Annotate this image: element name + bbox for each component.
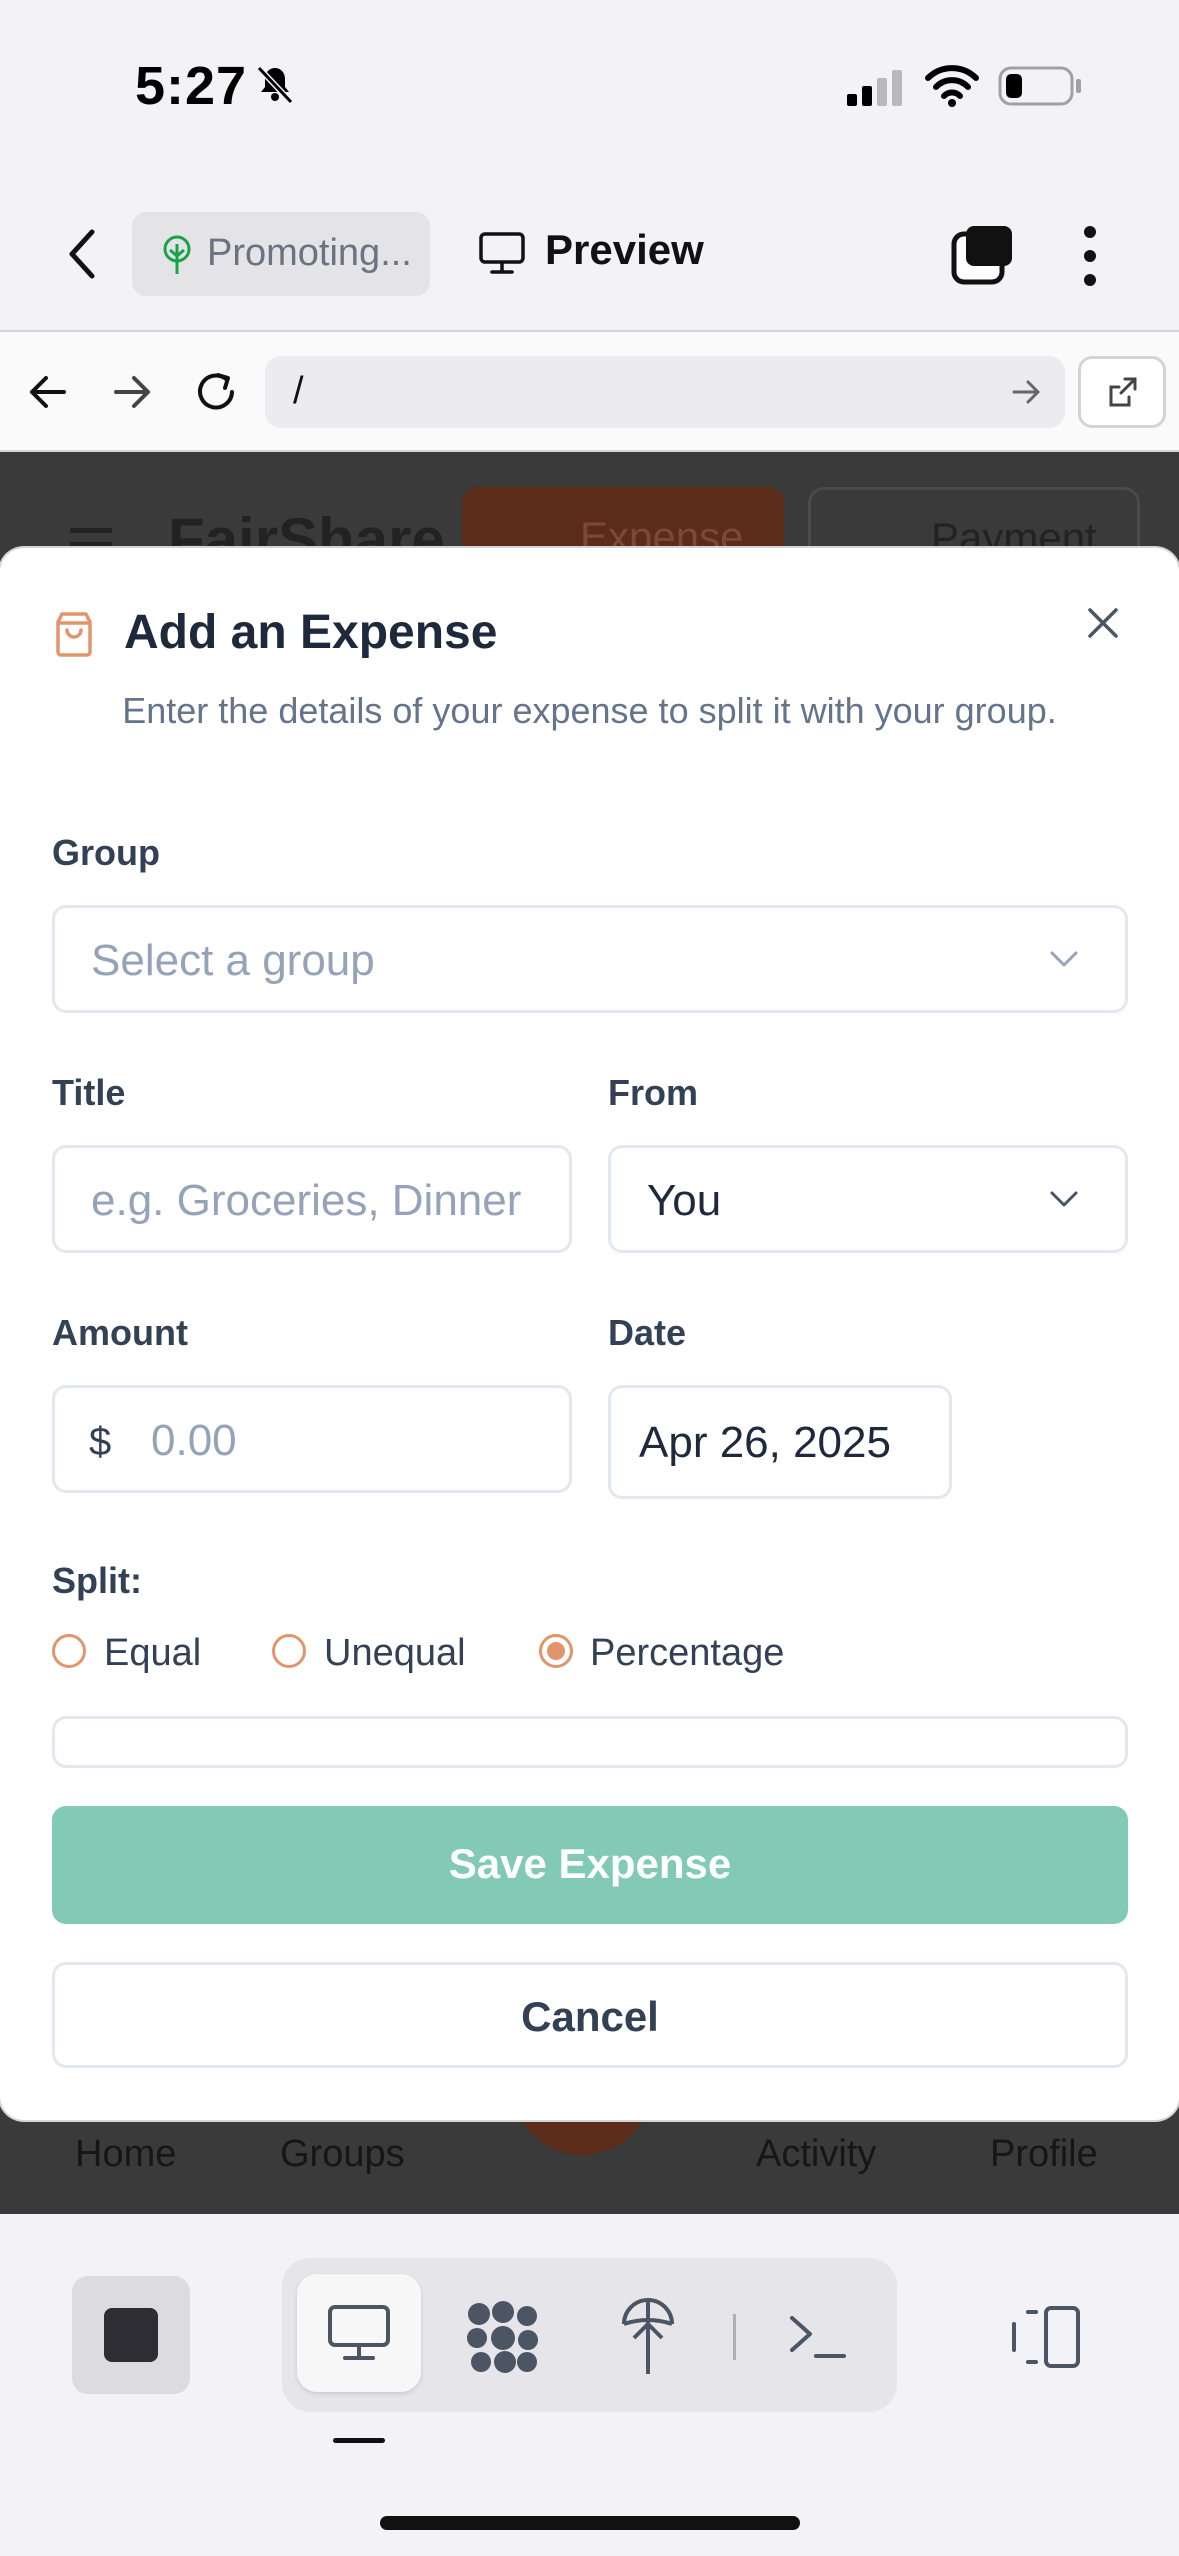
- split-equal-label[interactable]: Equal: [104, 1632, 201, 1675]
- bg-tab-activity: Activity: [756, 2133, 877, 2175]
- desktop-view-button[interactable]: [297, 2274, 421, 2392]
- stop-button[interactable]: [72, 2276, 190, 2394]
- hamburger-menu-icon: [70, 528, 112, 547]
- split-unequal-radio[interactable]: [272, 1634, 306, 1668]
- wifi-icon: [925, 65, 979, 107]
- browser-back-icon[interactable]: [26, 372, 70, 412]
- title-placeholder: e.g. Groceries, Dinner: [91, 1176, 522, 1225]
- terminal-icon[interactable]: [788, 2312, 848, 2362]
- status-time: 5:27: [135, 56, 248, 116]
- amount-input[interactable]: $ 0.00: [52, 1385, 572, 1493]
- active-view-indicator: [333, 2438, 385, 2443]
- open-external-button[interactable]: [1078, 356, 1166, 428]
- apps-grid-icon[interactable]: [465, 2300, 541, 2374]
- group-label: Group: [52, 832, 160, 873]
- from-label: From: [608, 1072, 698, 1113]
- signal-icon: [847, 70, 902, 106]
- deploy-tree-icon[interactable]: [618, 2294, 678, 2378]
- home-indicator[interactable]: [380, 2516, 800, 2530]
- bg-tab-profile: Profile: [990, 2133, 1098, 2175]
- save-expense-button[interactable]: Save Expense: [52, 1806, 1128, 1924]
- chevron-down-icon: [1050, 951, 1078, 967]
- tabs-icon[interactable]: [950, 222, 1016, 288]
- url-text: /: [293, 370, 304, 412]
- monitor-icon[interactable]: [478, 230, 526, 276]
- split-label: Split:: [52, 1560, 142, 1601]
- date-label: Date: [608, 1312, 687, 1353]
- split-unequal-label[interactable]: Unequal: [324, 1632, 466, 1675]
- silent-bell-icon: [256, 65, 294, 104]
- bg-tab-home: Home: [75, 2133, 177, 2175]
- date-value: Apr 26, 2025: [639, 1418, 891, 1467]
- project-chip[interactable]: Promoting...: [132, 212, 430, 296]
- close-icon[interactable]: [1086, 606, 1120, 640]
- modal-description: Enter the details of your expense to spl…: [122, 690, 1057, 731]
- save-expense-label: Save Expense: [448, 1840, 732, 1887]
- back-chevron-icon[interactable]: [62, 226, 102, 282]
- date-picker[interactable]: Apr 26, 2025: [608, 1385, 952, 1499]
- split-percentage-label[interactable]: Percentage: [590, 1632, 784, 1675]
- cancel-label: Cancel: [521, 1993, 659, 2040]
- modal-title: Add an Expense: [124, 606, 498, 659]
- split-percentage-radio[interactable]: [539, 1634, 573, 1668]
- group-select[interactable]: Select a group: [52, 905, 1128, 1013]
- preview-label[interactable]: Preview: [545, 226, 704, 274]
- title-label: Title: [52, 1072, 126, 1113]
- group-placeholder: Select a group: [91, 936, 375, 985]
- monitor-icon: [328, 2305, 390, 2360]
- chevron-down-icon: [1050, 1191, 1078, 1207]
- shopping-bag-icon: [56, 612, 92, 657]
- more-options-icon[interactable]: [1070, 224, 1110, 288]
- title-input[interactable]: e.g. Groceries, Dinner: [52, 1145, 572, 1253]
- project-name: Promoting...: [207, 232, 412, 274]
- side-panel-icon[interactable]: [1010, 2304, 1082, 2370]
- bg-tab-groups: Groups: [280, 2133, 405, 2175]
- stop-icon: [104, 2308, 158, 2362]
- currency-symbol: $: [89, 1420, 112, 1464]
- toolbar-divider: [733, 2314, 736, 2360]
- amount-placeholder: 0.00: [151, 1416, 237, 1465]
- split-equal-radio[interactable]: [52, 1634, 86, 1668]
- from-value: You: [647, 1176, 722, 1225]
- external-link-icon: [1109, 377, 1137, 407]
- tree-icon: [163, 235, 191, 274]
- from-select[interactable]: You: [608, 1145, 1128, 1253]
- split-details-panel: [52, 1716, 1128, 1768]
- go-arrow-icon[interactable]: [1010, 378, 1042, 406]
- battery-icon: [998, 66, 1081, 106]
- url-input[interactable]: /: [265, 356, 1065, 428]
- amount-label: Amount: [52, 1312, 188, 1353]
- cancel-button[interactable]: Cancel: [52, 1962, 1128, 2068]
- reload-icon[interactable]: [192, 368, 242, 416]
- browser-forward-icon[interactable]: [110, 372, 154, 412]
